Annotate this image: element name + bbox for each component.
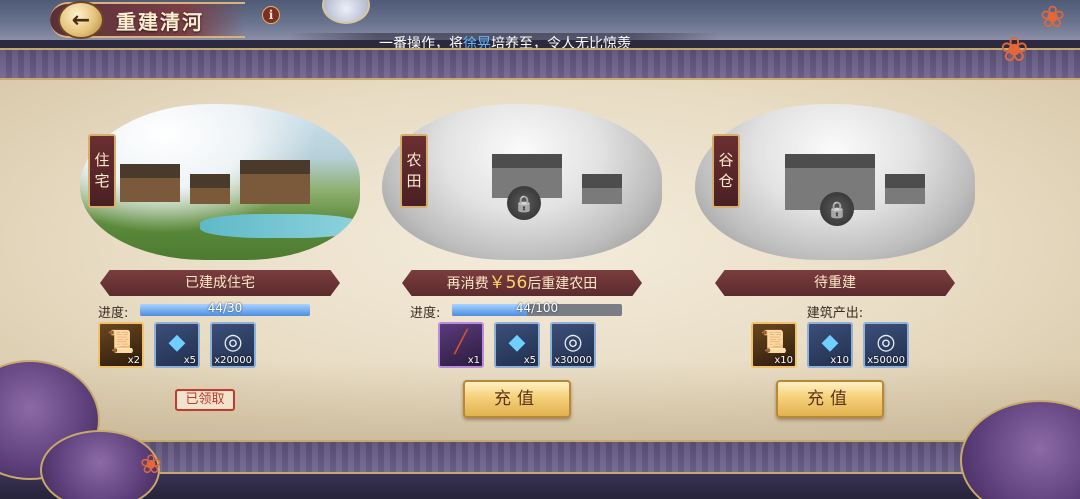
lock-icon: 🔒: [820, 192, 854, 226]
reward-list: ╱ x1 ◆ x5 ◎ x30000: [438, 322, 596, 370]
reward-item[interactable]: ◆ x5: [154, 322, 200, 368]
building-card-farmland: 🔒 农田 再消费￥56后重建农田 进度: 44/100 ╱ x1 ◆ x5 ◎ …: [372, 90, 672, 430]
reward-count: x5: [183, 355, 196, 366]
back-arrow-icon: ←: [71, 7, 91, 33]
house: [582, 174, 622, 204]
status-banner: 再消费￥56后重建农田: [402, 270, 642, 296]
reward-count: x2: [127, 355, 140, 366]
reward-count: x50000: [867, 355, 905, 366]
progress-label: 进度:: [410, 306, 441, 321]
residence-scene: [80, 104, 360, 260]
scroll-icon: 📜: [107, 329, 135, 355]
reward-count: x10: [830, 355, 849, 366]
status-prefix: 再消费: [446, 276, 489, 292]
output-label: 建筑产出:: [806, 306, 864, 321]
house: [190, 174, 230, 204]
house: [240, 160, 310, 204]
crystal-icon: ◆: [508, 329, 526, 355]
building-card-residence: 住宅 已建成住宅 进度: 44/30 📜 x2 ◆ x5 ◎ x20000 已领…: [70, 90, 370, 430]
reward-item[interactable]: ╱ x1: [438, 322, 484, 368]
spear-icon: ╱: [454, 329, 468, 355]
reward-count: x5: [523, 355, 536, 366]
reward-count: x20000: [214, 355, 252, 366]
coin-icon: ◎: [876, 329, 896, 355]
progress-row: 进度: 44/100: [410, 301, 660, 321]
coin-icon: ◎: [223, 329, 243, 355]
house: [885, 174, 925, 204]
scroll-icon: 📜: [760, 329, 788, 355]
progress-text: 44/30: [207, 301, 243, 315]
reward-item[interactable]: ◆ x5: [494, 322, 540, 368]
page-title: 重建清河: [116, 10, 204, 34]
crystal-icon: ◆: [168, 329, 186, 355]
recharge-button[interactable]: 充值: [463, 380, 571, 418]
lock-icon: 🔒: [507, 186, 541, 220]
progress-label: 进度:: [98, 306, 129, 321]
river: [200, 214, 360, 238]
reward-count: x30000: [554, 355, 592, 366]
status-suffix: 后重建农田: [527, 276, 598, 292]
reward-item[interactable]: ◎ x20000: [210, 322, 256, 368]
progress-row: 进度: 44/30: [98, 301, 348, 321]
building-label: 农田: [400, 134, 428, 208]
building-card-granary: 🔒 谷仓 待重建 建筑产出: 📜 x10 ◆ x10 ◎ x50000 充值: [685, 90, 985, 430]
coin-icon: ◎: [563, 329, 583, 355]
house: [120, 164, 180, 202]
reward-item[interactable]: ◎ x30000: [550, 322, 596, 368]
claimed-button[interactable]: 已领取: [175, 389, 235, 411]
progress-text: 44/100: [515, 301, 559, 315]
status-banner: 待重建: [715, 270, 955, 296]
top-frame-band: [0, 48, 1080, 80]
reward-list: 📜 x10 ◆ x10 ◎ x50000: [751, 322, 909, 370]
building-label: 谷仓: [712, 134, 740, 208]
reward-count: x10: [774, 355, 793, 366]
info-icon[interactable]: i: [262, 6, 280, 24]
reward-item[interactable]: 📜 x2: [98, 322, 144, 368]
reward-list: 📜 x2 ◆ x5 ◎ x20000: [98, 322, 256, 370]
bottom-base: [0, 474, 1080, 499]
reward-item[interactable]: ◆ x10: [807, 322, 853, 368]
status-amount: ￥56: [488, 273, 528, 293]
recharge-button[interactable]: 充值: [776, 380, 884, 418]
maple-leaf-icon: ❀: [1040, 0, 1066, 35]
reward-count: x1: [467, 355, 480, 366]
maple-leaf-icon: ❀: [1000, 30, 1029, 70]
back-button[interactable]: ←: [58, 1, 104, 39]
maple-leaf-icon: ❀: [140, 450, 162, 480]
reward-item[interactable]: ◎ x50000: [863, 322, 909, 368]
reward-item[interactable]: 📜 x10: [751, 322, 797, 368]
bottom-frame-band: [0, 440, 1080, 474]
status-banner: 已建成住宅: [100, 270, 340, 296]
building-label: 住宅: [88, 134, 116, 208]
crystal-icon: ◆: [821, 329, 839, 355]
